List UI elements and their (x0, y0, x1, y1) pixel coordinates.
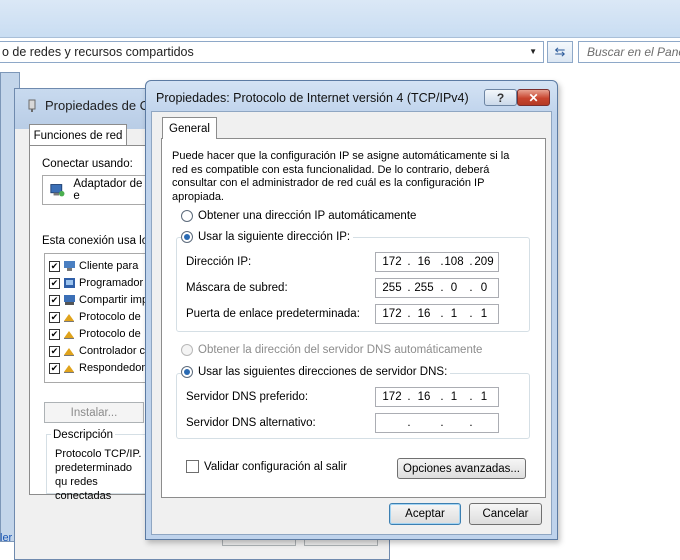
component-checkbox[interactable]: ✔ (49, 294, 60, 306)
connect-using-label: Conectar usando: (42, 158, 133, 170)
validate-checkbox-row[interactable]: Validar configuración al salir (186, 460, 347, 473)
component-checkbox[interactable]: ✔ (49, 277, 60, 289)
connection-uses-label: Esta conexión usa los (42, 235, 154, 247)
list-item[interactable]: ✔ Programador (49, 275, 143, 291)
dns-preferred-field[interactable]: 172 . 16 . 1 . 1 (375, 387, 499, 407)
component-checkbox[interactable]: ✔ (49, 311, 60, 323)
address-bar[interactable]: o de redes y recursos compartidos ▼ (0, 41, 544, 63)
validate-checkbox[interactable] (186, 460, 199, 473)
subnet-field[interactable]: 255 . 255 . 0 . 0 (375, 278, 499, 298)
chevron-down-icon[interactable]: ▼ (529, 47, 537, 56)
scheduler-icon (64, 278, 75, 288)
protocol-icon (64, 314, 74, 322)
close-icon: ✕ (528, 90, 539, 105)
tab-general[interactable]: General (162, 117, 217, 139)
radio-button[interactable] (181, 231, 193, 243)
protocol-icon (64, 348, 74, 356)
refresh-button[interactable]: ⇆ (547, 41, 573, 63)
refresh-icon: ⇆ (554, 44, 566, 59)
adapter-window-title: Propiedades de Co (25, 98, 156, 113)
radio-ip-manual[interactable]: Usar la siguiente dirección IP: (181, 231, 354, 243)
help-button[interactable]: ? (484, 89, 517, 106)
search-input[interactable]: Buscar en el Pane (578, 41, 680, 63)
sharing-icon (64, 295, 75, 305)
install-button[interactable]: Instalar... (44, 402, 144, 423)
ip-address-label: Dirección IP: (186, 256, 252, 268)
component-checkbox[interactable]: ✔ (49, 345, 60, 357)
radio-button[interactable] (181, 366, 193, 378)
list-item[interactable]: ✔ Controlador c (49, 343, 145, 359)
list-item[interactable]: ✔ Respondedor (49, 360, 145, 376)
intro-text: Puede hacer que la configuración IP se a… (172, 150, 510, 203)
radio-ip-auto[interactable]: Obtener una dirección IP automáticamente (181, 210, 416, 222)
gateway-field[interactable]: 172 . 16 . 1 . 1 (375, 304, 499, 324)
ok-button[interactable]: Aceptar (389, 503, 461, 525)
components-list[interactable]: ✔ Cliente para ✔ Programador ✔ Compartir… (44, 253, 148, 383)
component-checkbox[interactable]: ✔ (49, 328, 60, 340)
gateway-label: Puerta de enlace predeterminada: (186, 308, 360, 320)
dns-preferred-label: Servidor DNS preferido: (186, 391, 309, 403)
advanced-options-button[interactable]: Opciones avanzadas... (397, 458, 526, 479)
subnet-label: Máscara de subred: (186, 282, 288, 294)
list-item[interactable]: ✔ Cliente para (49, 258, 138, 274)
ip-address-field[interactable]: 172 . 16 . 108 . 209 (375, 252, 499, 272)
radio-button[interactable] (181, 210, 193, 222)
component-checkbox[interactable]: ✔ (49, 260, 60, 272)
description-text: Protocolo TCP/IP. predeterminado qu rede… (55, 448, 142, 502)
address-text: o de redes y recursos compartidos (2, 45, 194, 59)
network-adapter-icon (50, 184, 65, 197)
protocol-icon (64, 331, 74, 339)
radio-dns-manual[interactable]: Usar las siguientes direcciones de servi… (181, 366, 451, 378)
list-item[interactable]: ✔ Compartir imp (49, 292, 148, 308)
client-icon (64, 261, 75, 271)
dialog-title: Propiedades: Protocolo de Internet versi… (156, 91, 469, 105)
tab-funciones-de-red[interactable]: Funciones de red (29, 124, 127, 146)
cancel-button[interactable]: Cancelar (469, 503, 542, 525)
list-item[interactable]: ✔ Protocolo de (49, 326, 141, 342)
search-placeholder: Buscar en el Pane (587, 45, 680, 59)
bottom-link[interactable]: ler (0, 532, 12, 544)
help-icon: ? (496, 90, 505, 105)
component-checkbox[interactable]: ✔ (49, 362, 60, 374)
list-item[interactable]: ✔ Protocolo de (49, 309, 141, 325)
radio-button[interactable] (181, 344, 193, 356)
close-button[interactable]: ✕ (517, 89, 550, 106)
radio-dns-auto[interactable]: Obtener la dirección del servidor DNS au… (181, 344, 482, 356)
network-icon (28, 99, 36, 112)
dns-alternate-field[interactable]: . . . (375, 413, 499, 433)
explorer-title-strip (0, 0, 680, 38)
protocol-icon (64, 365, 74, 373)
dns-alternate-label: Servidor DNS alternativo: (186, 417, 316, 429)
adapter-field: Adaptador de e (42, 175, 146, 205)
description-label: Descripción (51, 429, 116, 441)
